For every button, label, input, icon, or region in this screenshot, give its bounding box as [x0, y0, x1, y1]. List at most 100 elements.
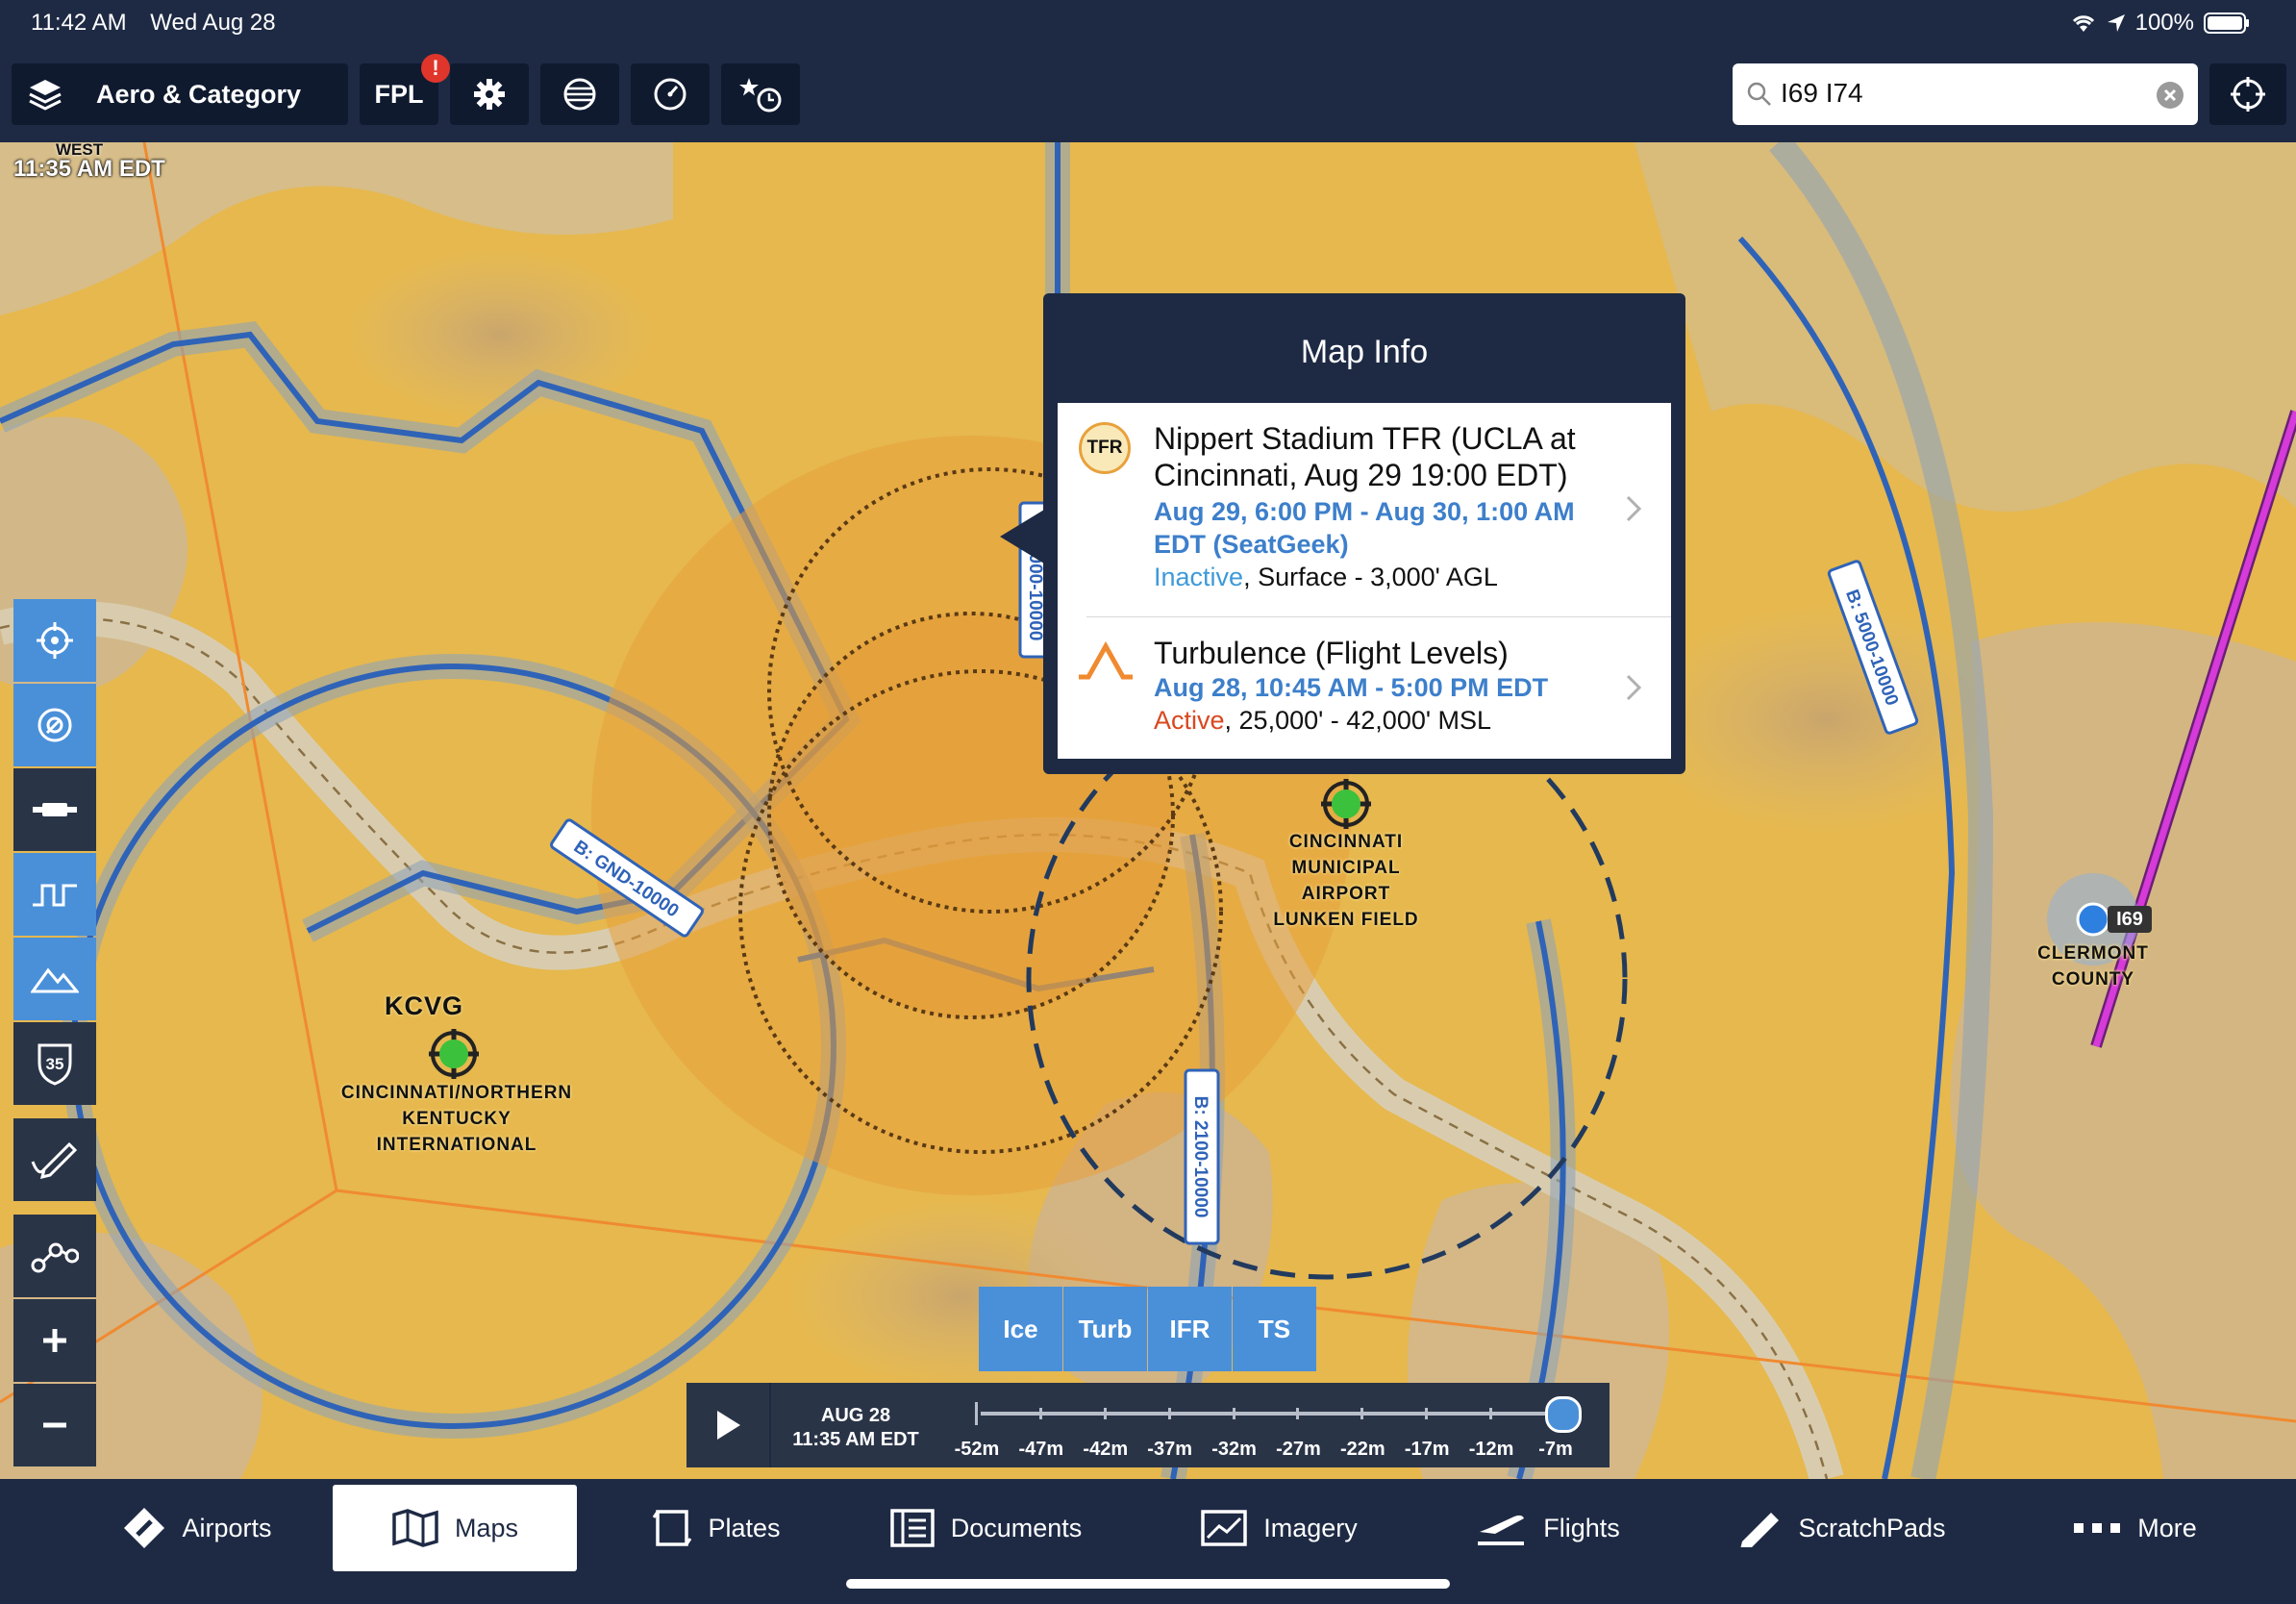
airplane-takeoff-icon: [1478, 1515, 1525, 1545]
status-date: Wed Aug 28: [150, 10, 276, 36]
timeline-tick-label: -47m: [1018, 1439, 1064, 1460]
map-center-button[interactable]: [2209, 63, 2286, 125]
wifi-icon: [2072, 15, 2094, 32]
layers-button[interactable]: Aero & Category: [12, 63, 348, 125]
scratchpad-pencil-icon: [1740, 1513, 1780, 1547]
timeline-tick-mark: [1296, 1408, 1300, 1419]
tfr-status: Inactive: [1154, 563, 1244, 591]
favorites-recents-button[interactable]: [721, 63, 800, 125]
airports-icon: [124, 1508, 165, 1548]
speed-limit-button[interactable]: 35: [13, 1022, 96, 1105]
compass-icon: [37, 708, 72, 742]
airspace-label-2100-10000: B: 2100-10000: [1190, 1096, 1210, 1218]
profile-wave-icon: [33, 884, 77, 907]
ifr-button[interactable]: IFR: [1148, 1287, 1232, 1371]
extended-runway-button[interactable]: [13, 768, 96, 851]
timeline-tick-label: -17m: [1404, 1439, 1450, 1460]
tab-plates[interactable]: Plates: [625, 1485, 808, 1571]
map-info-list: TFR Nippert Stadium TFR (UCLA at Cincinn…: [1058, 403, 1671, 759]
timeline-slider-thumb[interactable]: [1545, 1396, 1582, 1433]
timeline-tick-label: -52m: [954, 1439, 1000, 1460]
tab-imagery[interactable]: Imagery: [1183, 1485, 1375, 1571]
draw-button[interactable]: [13, 1118, 96, 1201]
terrain-button[interactable]: [13, 938, 96, 1020]
map-info-popup: Map Info TFR Nippert Stadium TFR (UCLA a…: [1043, 293, 1685, 774]
map-icon: [392, 1509, 438, 1547]
gauge-icon: [654, 78, 686, 111]
tfr-time: Aug 29, 6:00 PM - Aug 30, 1:00 AM EDT (S…: [1154, 497, 1575, 559]
route-nodes-icon: [31, 1242, 79, 1273]
top-toolbar: Aero & Category FPL ! I69 I74: [0, 46, 2296, 142]
layers-label: Aero & Category: [96, 79, 302, 109]
star-clock-icon: [739, 78, 782, 113]
zoom-in-button[interactable]: [13, 1299, 96, 1382]
tfr-item[interactable]: TFR Nippert Stadium TFR (UCLA at Cincinn…: [1058, 403, 1671, 616]
plates-icon: [653, 1510, 692, 1546]
route-edit-button[interactable]: [13, 1215, 96, 1297]
home-indicator: [846, 1579, 1450, 1589]
rotate-map-button[interactable]: [13, 684, 96, 766]
zoom-out-button[interactable]: [13, 1384, 96, 1466]
chevron-right-icon: [1626, 495, 1642, 522]
timeline-tick-label: -22m: [1339, 1439, 1385, 1460]
battery-icon: [2204, 13, 2249, 34]
search-box[interactable]: I69 I74: [1733, 63, 2198, 125]
timeline-tick-mark: [1103, 1408, 1107, 1419]
timeline-tick-mark: [975, 1402, 978, 1425]
settings-button[interactable]: [450, 63, 529, 125]
status-bar: 11:42 AM Wed Aug 28 100%: [0, 0, 2296, 46]
popup-title: Map Info: [1300, 334, 1429, 370]
timeline-tick-label: -37m: [1147, 1439, 1193, 1460]
documents-icon: [889, 1509, 935, 1547]
more-dots-icon: [2074, 1523, 2121, 1533]
track-up-button[interactable]: [13, 599, 96, 682]
search-input[interactable]: I69 I74: [1781, 78, 1863, 109]
timeline-tick-mark: [1232, 1408, 1235, 1419]
profile-view-button[interactable]: [13, 853, 96, 936]
location-arrow-icon: [2107, 14, 2125, 32]
map-view[interactable]: B: GND-10000 B: 3000-10000 B: 5000-10000…: [0, 142, 2296, 1479]
turbulence-title: Turbulence (Flight Levels): [1154, 636, 1509, 670]
tab-airports[interactable]: Airports: [106, 1485, 288, 1571]
imagery-icon: [1201, 1510, 1247, 1546]
turb-button[interactable]: Turb: [1063, 1287, 1147, 1371]
ts-button[interactable]: TS: [1233, 1287, 1316, 1371]
timeline-tick-mark: [1360, 1408, 1364, 1419]
fpl-alert-badge: !: [421, 54, 450, 83]
tab-documents[interactable]: Documents: [870, 1485, 1101, 1571]
instruments-button[interactable]: [631, 63, 710, 125]
search-icon: [1747, 82, 1771, 106]
tab-scratchpads[interactable]: ScratchPads: [1721, 1485, 1961, 1571]
weather-timeline: AUG 28 11:35 AM EDT -52m -47m -42m -37m -32m…: [686, 1383, 1610, 1467]
tab-more[interactable]: More: [2048, 1485, 2221, 1571]
map-time-label: 11:35 AM EDT: [13, 156, 165, 182]
airport-i69-name[interactable]: CLERMONT COUNTY: [2026, 940, 2160, 992]
minus-icon: [43, 1422, 66, 1428]
speed-badge-label: 35: [45, 1055, 64, 1073]
turbulence-item[interactable]: Turbulence (Flight Levels) Aug 28, 10:45…: [1058, 617, 1671, 759]
gear-icon: [474, 79, 505, 110]
tab-maps[interactable]: Maps: [333, 1485, 577, 1571]
chevron-right-icon: [1626, 674, 1642, 701]
tab-flights[interactable]: Flights: [1461, 1485, 1635, 1571]
airport-kcvg-name[interactable]: CINCINNATI/NORTHERN KENTUCKY INTERNATION…: [327, 1080, 586, 1158]
timeline-tick-label: -7m: [1538, 1439, 1573, 1460]
target-icon: [37, 622, 73, 659]
timeline-tick-label: -27m: [1276, 1439, 1321, 1460]
turbulence-time: Aug 28, 10:45 AM - 5:00 PM EDT: [1154, 673, 1549, 702]
ice-button[interactable]: Ice: [979, 1287, 1062, 1371]
timeline-tick-label: -42m: [1083, 1439, 1129, 1460]
timeline-tick-label: -32m: [1211, 1439, 1257, 1460]
turbulence-icon: [1079, 640, 1133, 680]
clear-search-icon[interactable]: [2156, 81, 2184, 110]
airport-kcvg-code[interactable]: KCVG: [385, 993, 463, 1019]
runway-icon: [33, 803, 77, 816]
crosshair-icon: [2231, 77, 2265, 112]
weather-globe-button[interactable]: [540, 63, 619, 125]
airport-i69-code[interactable]: I69: [2108, 906, 2152, 933]
airport-lunken-name[interactable]: CINCINNATI MUNICIPAL AIRPORT LUNKEN FIEL…: [1260, 829, 1433, 933]
status-time: 11:42 AM: [31, 10, 127, 36]
layers-icon: [29, 80, 62, 111]
fpl-label: FPL: [374, 79, 424, 109]
mountain-icon: [31, 967, 79, 993]
